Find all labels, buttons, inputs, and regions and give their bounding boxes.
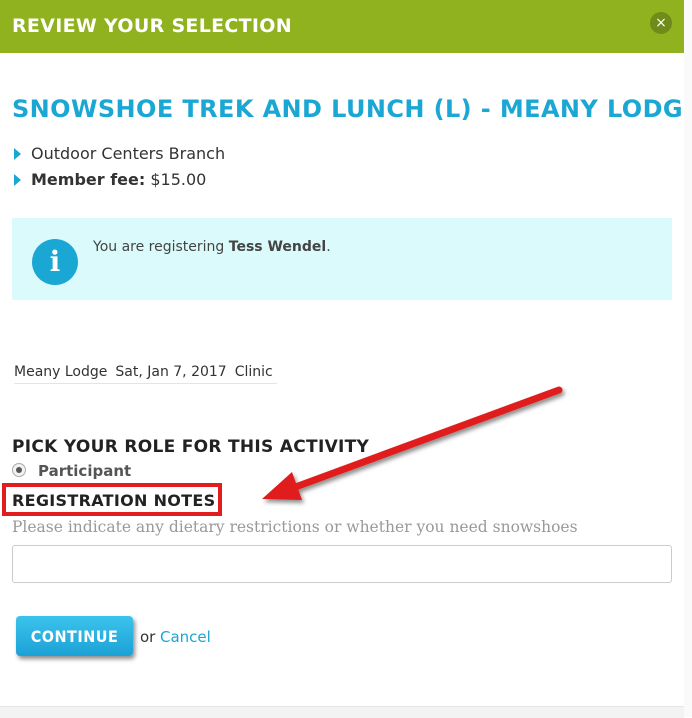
session-row: Meany Lodge Sat, Jan 7, 2017 Clinic — [14, 364, 277, 384]
annotation-highlight-box — [2, 483, 222, 516]
info-text: You are registering Tess Wendel. — [93, 239, 331, 255]
fee-value: $15.00 — [150, 170, 207, 189]
info-suffix: . — [326, 239, 331, 255]
activity-title: SNOWSHOE TREK AND LUNCH (L) - MEANY LODG… — [12, 95, 692, 123]
continue-button[interactable]: CONTINUE — [16, 616, 133, 656]
fee-detail: Member fee: $15.00 — [14, 170, 206, 189]
cancel-link[interactable]: Cancel — [160, 628, 211, 646]
info-message: i You are registering Tess Wendel. — [12, 218, 672, 300]
or-text: or — [140, 628, 156, 646]
modal-header: REVIEW YOUR SELECTION × — [0, 0, 684, 53]
session-location: Meany Lodge — [14, 364, 108, 380]
role-heading: PICK YOUR ROLE FOR THIS ACTIVITY — [12, 437, 370, 457]
modal-title: REVIEW YOUR SELECTION — [12, 15, 292, 37]
participant-label: Participant — [38, 462, 132, 480]
modal-footer-bar — [0, 706, 684, 718]
close-button[interactable]: × — [650, 12, 672, 34]
info-icon: i — [32, 239, 78, 285]
fee-label: Member fee: — [31, 170, 146, 189]
info-prefix: You are registering — [93, 239, 229, 255]
bullet-arrow-icon — [14, 174, 21, 186]
scrollbar-track[interactable] — [684, 0, 692, 717]
bullet-arrow-icon — [14, 148, 21, 160]
registration-notes-prompt: Please indicate any dietary restrictions… — [12, 518, 578, 536]
participant-radio[interactable] — [12, 463, 26, 477]
role-option-participant[interactable]: Participant — [12, 462, 131, 480]
registrant-name: Tess Wendel — [228, 239, 327, 255]
branch-name: Outdoor Centers Branch — [31, 144, 226, 163]
branch-detail: Outdoor Centers Branch — [14, 144, 225, 163]
session-date: Sat, Jan 7, 2017 — [115, 364, 227, 380]
review-selection-modal: REVIEW YOUR SELECTION × SNOWSHOE TREK AN… — [0, 0, 692, 718]
session-type: Clinic — [234, 364, 273, 380]
registration-notes-input[interactable] — [12, 545, 672, 583]
